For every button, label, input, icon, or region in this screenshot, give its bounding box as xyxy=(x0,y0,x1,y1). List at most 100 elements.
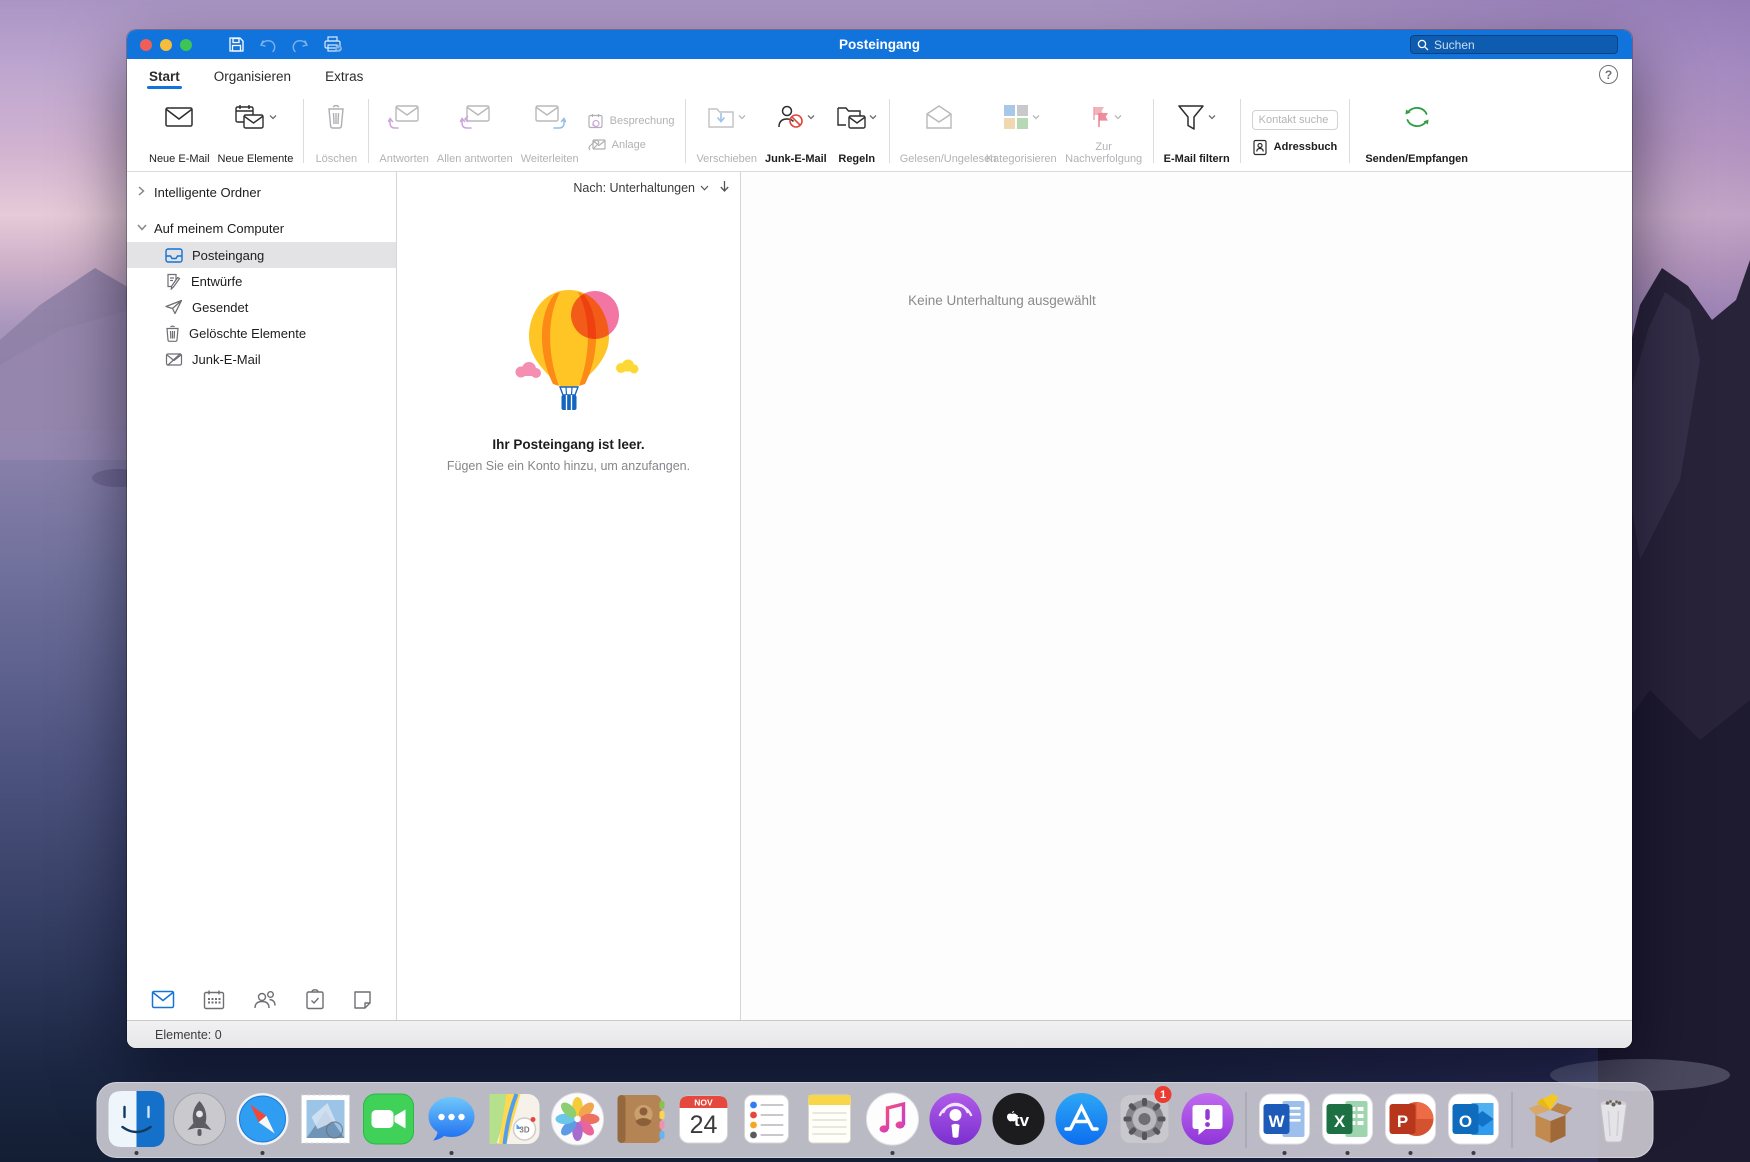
nachverfolgung-button[interactable]: Zur Nachverfolgung xyxy=(1062,96,1146,169)
mail-module-icon[interactable] xyxy=(151,990,175,1014)
kontakt-suche-input[interactable] xyxy=(1252,110,1338,130)
notes-module-icon[interactable] xyxy=(353,990,372,1015)
dock-podcasts-icon[interactable] xyxy=(927,1084,985,1156)
titlebar-search[interactable] xyxy=(1410,35,1618,54)
dock-music-icon[interactable] xyxy=(864,1084,922,1156)
adressbuch-button[interactable]: Adressbuch xyxy=(1252,139,1338,156)
regeln-button[interactable]: Regeln xyxy=(832,96,882,169)
dock-messages-icon[interactable] xyxy=(423,1084,481,1156)
ribbon-respond-stack: Besprechung Anlage xyxy=(584,96,679,169)
running-indicator xyxy=(1346,1151,1350,1155)
save-icon[interactable] xyxy=(228,36,245,53)
dock-facetime-icon[interactable] xyxy=(360,1084,418,1156)
sidebar-section-auf-meinem-computer[interactable]: Auf meinem Computer xyxy=(127,214,396,242)
dock-outlook-icon[interactable]: O xyxy=(1445,1084,1503,1156)
chevron-down-icon xyxy=(738,114,746,120)
calendar-module-icon[interactable] xyxy=(203,990,225,1015)
people-module-icon[interactable] xyxy=(253,990,277,1014)
allen-antworten-button[interactable]: Allen antworten xyxy=(434,96,516,169)
redo-icon[interactable] xyxy=(291,37,309,53)
traffic-lights xyxy=(140,39,200,51)
besprechung-button[interactable]: Besprechung xyxy=(588,113,675,129)
maps-3d-label: 3D xyxy=(519,1126,529,1135)
dock-trash-icon[interactable] xyxy=(1585,1084,1643,1156)
neue-email-button[interactable]: Neue E-Mail xyxy=(146,96,213,169)
tv-label: tv xyxy=(1014,1111,1030,1130)
ribbon-group-sync: Senden/Empfangen xyxy=(1350,96,1484,169)
neue-elemente-button[interactable]: Neue Elemente xyxy=(215,96,297,169)
sort-by-label: Nach: Unterhaltungen xyxy=(573,181,695,195)
dock-photos-icon[interactable] xyxy=(549,1084,607,1156)
dock-installer-package-icon[interactable] xyxy=(1522,1084,1580,1156)
sort-by-control[interactable]: Nach: Unterhaltungen xyxy=(573,181,709,195)
send-receive-icon xyxy=(1402,100,1432,134)
filter-funnel-icon xyxy=(1177,104,1205,131)
minimize-button[interactable] xyxy=(160,39,172,51)
folder-label: Posteingang xyxy=(192,248,264,263)
anlage-button[interactable]: Anlage xyxy=(588,138,675,152)
dock-word-icon[interactable]: W xyxy=(1256,1084,1314,1156)
dock-reminders-icon[interactable] xyxy=(738,1084,796,1156)
dock-feedback-icon[interactable] xyxy=(1179,1084,1237,1156)
print-icon[interactable] xyxy=(323,36,343,53)
weiterleiten-button[interactable]: Weiterleiten xyxy=(518,96,582,169)
ribbon-group-tags: Gelesen/Ungelesen Kategorisieren xyxy=(890,96,1153,169)
ribbon-group-filter: E-Mail filtern xyxy=(1154,96,1240,169)
zoom-button[interactable] xyxy=(180,39,192,51)
sidebar-section-intelligente-ordner[interactable]: Intelligente Ordner xyxy=(127,178,396,206)
categorize-icon xyxy=(1003,104,1029,130)
dock-powerpoint-icon[interactable]: P xyxy=(1382,1084,1440,1156)
dock-notes-icon[interactable] xyxy=(801,1084,859,1156)
chevron-down-icon[interactable] xyxy=(137,222,147,234)
search-input[interactable] xyxy=(1434,38,1611,52)
dock-launchpad-icon[interactable] xyxy=(171,1084,229,1156)
loeschen-button[interactable]: Löschen xyxy=(311,96,361,169)
new-items-icon xyxy=(234,103,266,131)
ribbon-group-contacts: Adressbuch xyxy=(1241,96,1349,169)
dock-finder-icon[interactable] xyxy=(108,1084,166,1156)
notification-badge: 1 xyxy=(1155,1086,1172,1103)
folder-sidebar: Intelligente Ordner Auf meinem Computer … xyxy=(127,172,397,1020)
gelesen-ungelesen-button[interactable]: Gelesen/Ungelesen xyxy=(897,96,981,169)
help-icon[interactable]: ? xyxy=(1599,65,1618,84)
kategorisieren-button[interactable]: Kategorisieren xyxy=(983,96,1060,169)
sidebar-item-junk-email[interactable]: Junk-E-Mail xyxy=(127,346,396,372)
dock-mail-icon[interactable] xyxy=(297,1084,355,1156)
sort-direction-button[interactable] xyxy=(719,180,730,196)
sidebar-item-gesendet[interactable]: Gesendet xyxy=(127,294,396,320)
tab-extras[interactable]: Extras xyxy=(325,69,363,92)
chevron-right-icon[interactable] xyxy=(137,186,147,199)
sidebar-item-entwuerfe[interactable]: Entwürfe xyxy=(127,268,396,294)
titlebar[interactable]: Posteingang xyxy=(127,30,1632,59)
tab-start[interactable]: Start xyxy=(149,69,180,92)
dock-appstore-icon[interactable] xyxy=(1053,1084,1111,1156)
email-filtern-button[interactable]: E-Mail filtern xyxy=(1161,96,1233,169)
junk-email-button[interactable]: Junk-E-Mail xyxy=(762,96,830,169)
dock-tv-icon[interactable]: tv xyxy=(990,1084,1048,1156)
antworten-label: Antworten xyxy=(379,153,429,166)
drafts-icon xyxy=(165,273,182,290)
move-folder-icon xyxy=(707,104,735,130)
kategorisieren-label: Kategorisieren xyxy=(986,153,1057,166)
tab-organisieren[interactable]: Organisieren xyxy=(214,69,291,92)
sidebar-item-posteingang[interactable]: Posteingang xyxy=(127,242,396,268)
dock-calendar-icon[interactable]: NOV24 xyxy=(675,1084,733,1156)
dock-settings-icon[interactable]: 1 xyxy=(1116,1084,1174,1156)
chevron-down-icon xyxy=(1114,114,1122,120)
senden-empfangen-button[interactable]: Senden/Empfangen xyxy=(1357,96,1477,169)
dock-excel-icon[interactable]: X xyxy=(1319,1084,1377,1156)
close-button[interactable] xyxy=(140,39,152,51)
chevron-down-icon xyxy=(269,114,277,120)
outlook-letter: O xyxy=(1459,1112,1472,1131)
new-mail-icon xyxy=(164,100,194,134)
verschieben-button[interactable]: Verschieben xyxy=(693,96,760,169)
antworten-button[interactable]: Antworten xyxy=(376,96,432,169)
dock-maps-icon[interactable]: 3D xyxy=(486,1084,544,1156)
tasks-module-icon[interactable] xyxy=(305,989,325,1015)
sidebar-item-geloeschte-elemente[interactable]: Gelöschte Elemente xyxy=(127,320,396,346)
undo-icon[interactable] xyxy=(259,37,277,53)
dock-safari-icon[interactable] xyxy=(234,1084,292,1156)
dock-contacts-icon[interactable] xyxy=(612,1084,670,1156)
email-filtern-label: E-Mail filtern xyxy=(1164,153,1230,166)
trash-icon xyxy=(165,325,180,342)
